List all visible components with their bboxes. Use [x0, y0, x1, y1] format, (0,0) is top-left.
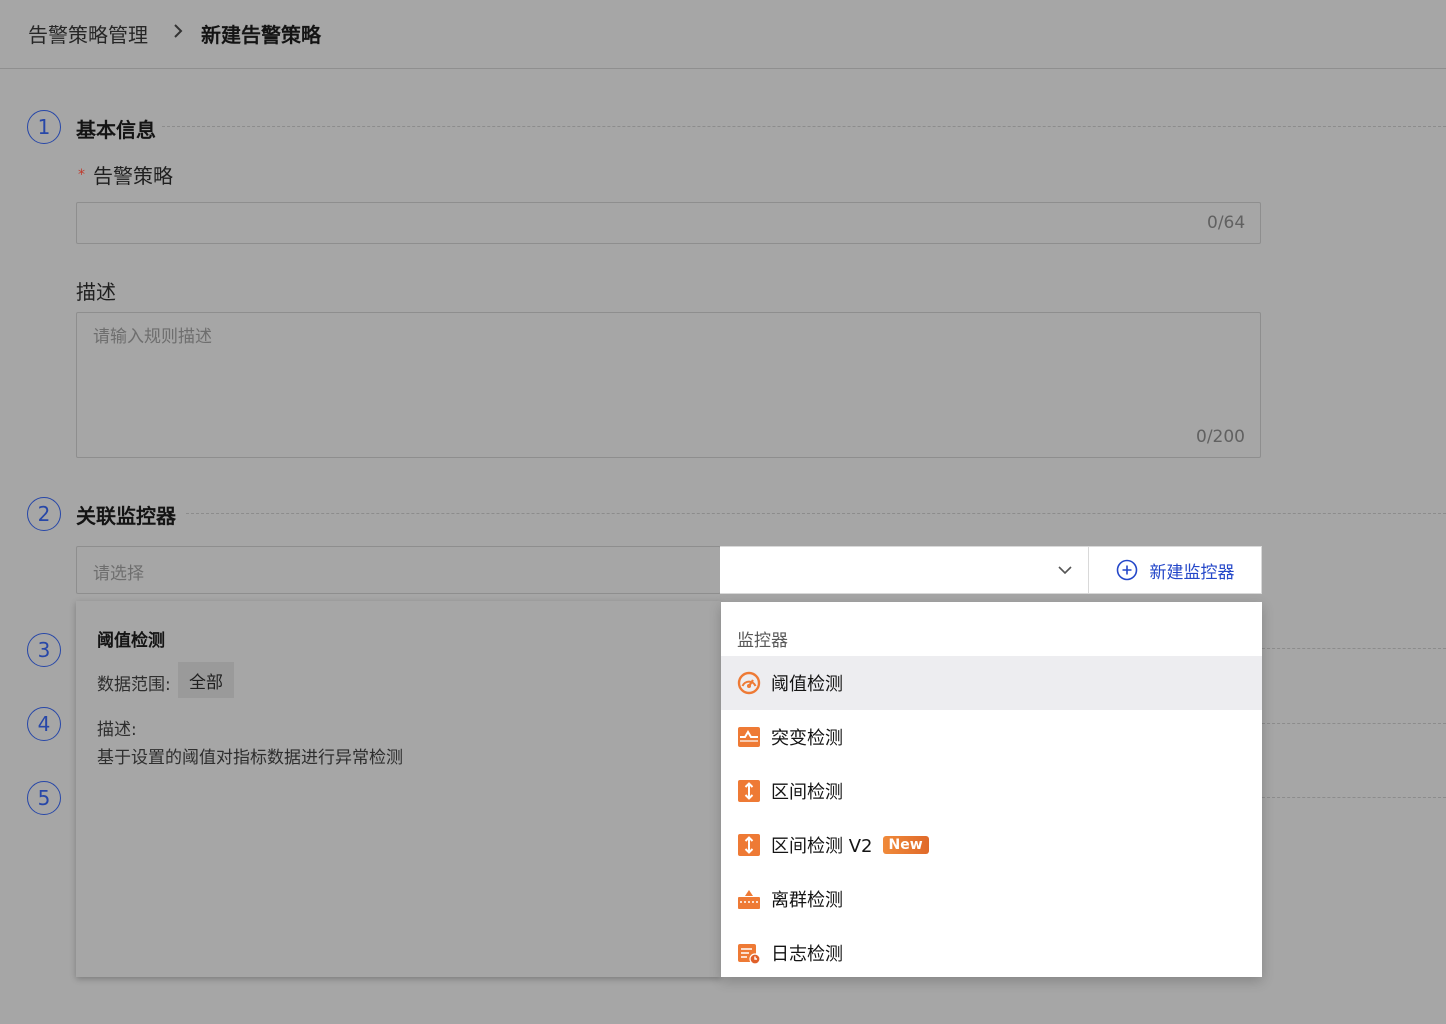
step-2-number: 2	[27, 497, 61, 531]
step-1-number: 1	[27, 110, 61, 144]
description-counter: 0/200	[1196, 427, 1245, 447]
new-monitor-button-label: 新建监控器	[1149, 562, 1235, 583]
dropdown-item-interval-v2[interactable]: 区间检测 V2 New	[721, 818, 1262, 872]
policy-name-label: 告警策略	[93, 164, 173, 188]
monitor-select[interactable]	[76, 546, 721, 594]
step-4-number: 4	[27, 707, 61, 741]
interval-v2-icon	[738, 834, 760, 856]
dropdown-item-threshold[interactable]: 阈值检测	[721, 656, 1262, 710]
step-5-number: 5	[27, 781, 61, 815]
dropdown-item-label: 阈值检测	[771, 674, 843, 695]
dropdown-item-label: 离群检测	[771, 890, 843, 911]
new-badge: New	[882, 836, 929, 854]
step-4-divider	[1262, 723, 1446, 724]
interval-icon	[738, 780, 760, 802]
step-5-divider	[1262, 797, 1446, 798]
breadcrumb-current: 新建告警策略	[201, 23, 321, 47]
threshold-icon	[737, 671, 761, 695]
info-desc-label: 描述:	[97, 720, 137, 740]
info-range-label: 数据范围:	[97, 675, 171, 695]
description-textarea[interactable]	[76, 312, 1261, 458]
plus-circle-icon	[1116, 559, 1137, 581]
breadcrumb-parent-link[interactable]: 告警策略管理	[28, 19, 148, 48]
log-icon	[738, 944, 761, 965]
monitor-select-open-area[interactable]	[720, 546, 1088, 594]
chevron-down-icon[interactable]	[1056, 562, 1074, 578]
mutation-icon	[738, 727, 760, 747]
required-mark: *	[78, 167, 85, 183]
monitor-info-panel	[76, 601, 721, 977]
monitor-select-placeholder: 请选择	[93, 564, 144, 584]
step-3-divider	[1262, 648, 1446, 649]
info-desc-text: 基于设置的阈值对指标数据进行异常检测	[97, 748, 403, 768]
dropdown-item-outlier[interactable]: 离群检测	[721, 872, 1262, 926]
new-monitor-button[interactable]: 新建监控器	[1088, 546, 1262, 594]
step-2-divider	[186, 513, 1446, 514]
info-panel-title: 阈值检测	[97, 631, 165, 651]
dropdown-group-label: 监控器	[737, 631, 788, 651]
step-3-number: 3	[27, 633, 61, 667]
dropdown-item-log[interactable]: 日志检测	[721, 926, 1262, 980]
step-1-divider	[162, 126, 1446, 127]
monitor-dropdown: 监控器 阈值检测 突变检测 区间检测 区间检测 V2 New 离群检测 日志检测	[721, 602, 1262, 977]
dropdown-item-label: 日志检测	[771, 944, 843, 965]
info-range-value: 全部	[178, 662, 234, 698]
policy-name-input[interactable]	[76, 202, 1261, 244]
dropdown-item-label: 突变检测	[771, 728, 843, 749]
dropdown-item-interval[interactable]: 区间检测	[721, 764, 1262, 818]
description-placeholder: 请输入规则描述	[93, 327, 212, 347]
dropdown-item-label: 区间检测	[771, 782, 843, 803]
dropdown-item-mutation[interactable]: 突变检测	[721, 710, 1262, 764]
step-2-title: 关联监控器	[76, 504, 176, 528]
description-label: 描述	[76, 280, 116, 304]
policy-name-counter: 0/64	[1207, 213, 1246, 233]
step-1-title: 基本信息	[76, 118, 156, 142]
chevron-right-icon	[174, 24, 183, 38]
dropdown-item-label: 区间检测 V2	[771, 836, 873, 857]
outlier-icon	[738, 890, 760, 909]
